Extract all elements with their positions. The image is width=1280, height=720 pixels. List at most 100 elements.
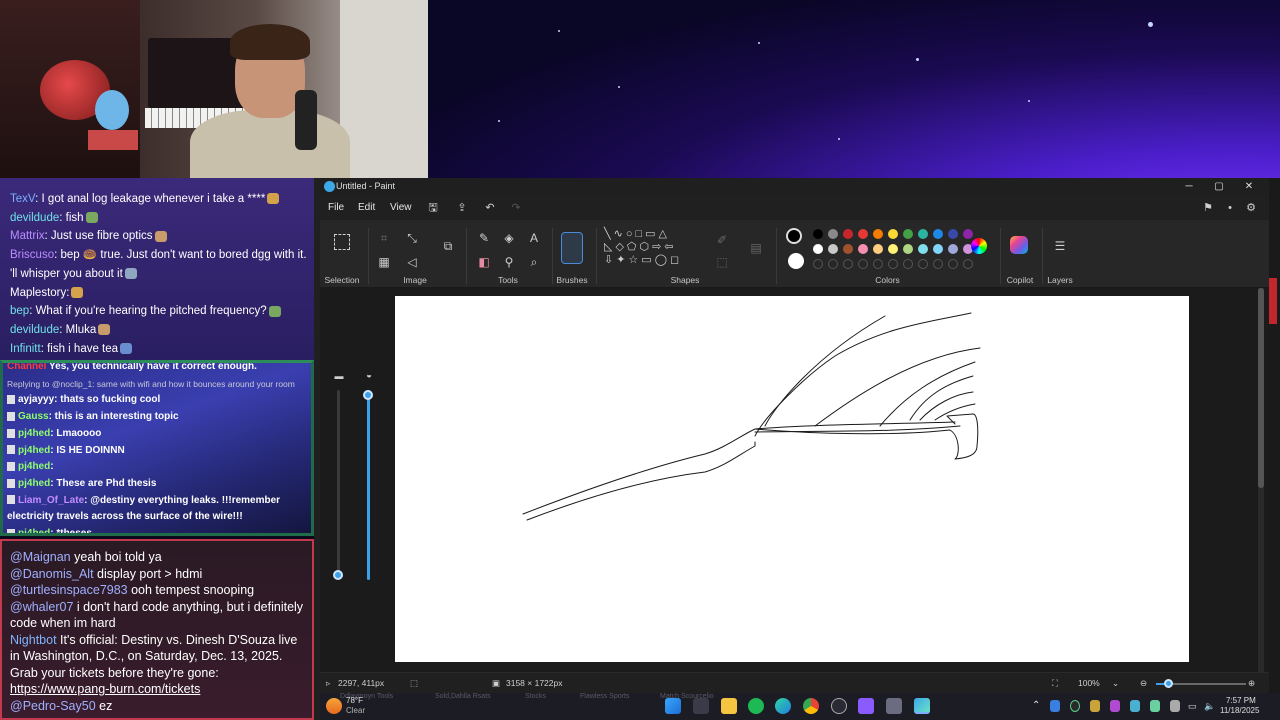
menu-file[interactable]: File <box>328 202 344 213</box>
text-icon[interactable]: A <box>526 230 542 246</box>
chat-username[interactable]: devildude <box>10 324 59 336</box>
custom-color-slot[interactable] <box>873 259 883 269</box>
tray-icon-4[interactable] <box>1110 700 1120 712</box>
resize-icon[interactable]: ⤡ <box>404 230 420 246</box>
chat-username[interactable]: @whaler07 <box>10 600 73 614</box>
save-icon[interactable]: 🖫 <box>426 201 440 215</box>
custom-color-slot[interactable] <box>948 259 958 269</box>
chat-username[interactable]: TexV <box>10 193 35 205</box>
chat-username[interactable]: bep <box>10 305 29 317</box>
share-icon[interactable]: ⇪ <box>455 201 469 215</box>
drawing-canvas[interactable] <box>395 296 1189 662</box>
chat-username[interactable]: Nightbot <box>10 633 57 647</box>
layers-icon[interactable]: ☰ <box>1052 238 1068 254</box>
shapes-gallery[interactable]: ╲∿○□▭△ ◺◇⬠⬡⇨⇦ ⇩✦☆▭◯◻ <box>604 228 704 268</box>
chat-username[interactable]: pj4hed <box>18 478 50 489</box>
redo-icon[interactable]: ↷ <box>509 201 523 215</box>
color-swatch[interactable] <box>948 229 958 239</box>
tray-icon-1[interactable] <box>1050 700 1060 712</box>
color-swatch[interactable] <box>843 244 853 254</box>
image-select-icon[interactable]: ⧉ <box>440 238 456 254</box>
flip-icon[interactable]: ◁ <box>404 254 420 270</box>
color-swatch[interactable] <box>843 229 853 239</box>
copilot-icon[interactable] <box>1010 236 1028 254</box>
chat-username[interactable]: devildude <box>10 212 59 224</box>
chrome-icon[interactable] <box>803 698 819 714</box>
color-swatch[interactable] <box>813 244 823 254</box>
custom-color-slot[interactable] <box>813 259 823 269</box>
menu-view[interactable]: View <box>390 202 412 213</box>
chat-username[interactable]: pj4hed <box>18 428 50 439</box>
zoom-slider-knob[interactable] <box>1164 679 1173 688</box>
color-swatch[interactable] <box>828 229 838 239</box>
outline-icon[interactable]: ✐ <box>714 232 730 248</box>
chat-username[interactable]: @turtlesinspace7983 <box>10 583 128 597</box>
primary-color[interactable] <box>786 228 802 244</box>
chat-username[interactable]: Briscuso <box>10 249 54 261</box>
scrollbar-thumb[interactable] <box>1258 288 1264 488</box>
crop-icon[interactable]: ⌗ <box>376 230 392 246</box>
zoom-out-icon[interactable]: ⊖ <box>1140 678 1147 689</box>
file-explorer-icon[interactable] <box>721 698 737 714</box>
chat-username[interactable]: pj4hed <box>18 461 50 472</box>
chat-username[interactable]: Infinitt <box>10 343 41 355</box>
network-icon[interactable]: ▭ <box>1188 701 1197 712</box>
zoom-level[interactable]: 100% <box>1078 678 1100 688</box>
tray-icon-2[interactable] <box>1070 700 1080 712</box>
color-swatch[interactable] <box>903 229 913 239</box>
custom-color-slot[interactable] <box>828 259 838 269</box>
chat-username[interactable]: ayjayyy <box>18 394 54 405</box>
minimize-button[interactable]: ─ <box>1175 178 1203 196</box>
chat-username[interactable]: Liam_Of_Late <box>18 495 84 506</box>
color-swatch[interactable] <box>813 229 823 239</box>
size-slider-track[interactable] <box>337 390 340 580</box>
clock-time[interactable]: 7:57 PM <box>1226 696 1256 705</box>
tray-icon-5[interactable] <box>1130 700 1140 712</box>
chat-username[interactable]: @Maignan <box>10 550 71 564</box>
color-swatch[interactable] <box>948 244 958 254</box>
tray-icon-6[interactable] <box>1150 700 1160 712</box>
maximize-button[interactable]: ▢ <box>1205 178 1233 196</box>
feedback-icon[interactable]: ⚑ <box>1201 201 1215 215</box>
chat-username[interactable]: Maplestory <box>10 287 66 299</box>
tray-icon-3[interactable] <box>1090 700 1100 712</box>
rotate-icon[interactable]: ▦ <box>376 254 392 270</box>
obs-icon[interactable] <box>831 698 847 714</box>
tray-icon-7[interactable] <box>1170 700 1180 712</box>
opacity-slider-knob[interactable] <box>363 390 373 400</box>
edit-colors-icon[interactable] <box>971 238 987 254</box>
edge-icon[interactable] <box>775 698 791 714</box>
color-swatch[interactable] <box>828 244 838 254</box>
start-icon[interactable] <box>665 698 681 714</box>
tray-overflow-icon[interactable]: ⌃ <box>1032 700 1040 711</box>
color-swatch[interactable] <box>918 244 928 254</box>
custom-color-slot[interactable] <box>888 259 898 269</box>
volume-icon[interactable]: 🔈 <box>1204 701 1215 712</box>
account-icon[interactable]: • <box>1223 201 1237 215</box>
chat-username[interactable]: pj4hed <box>18 528 50 533</box>
settings-taskbar-icon[interactable] <box>886 698 902 714</box>
color-swatch[interactable] <box>903 244 913 254</box>
color-swatch[interactable] <box>933 244 943 254</box>
chat-username[interactable]: Channel <box>7 363 46 372</box>
fill-icon[interactable]: ◈ <box>501 230 517 246</box>
color-swatch[interactable] <box>918 229 928 239</box>
menu-edit[interactable]: Edit <box>358 202 375 213</box>
ticket-link[interactable]: https://www.pang-burn.com/tickets <box>10 682 200 696</box>
color-swatch[interactable] <box>873 229 883 239</box>
color-swatch[interactable] <box>888 229 898 239</box>
close-button[interactable]: ✕ <box>1235 178 1263 196</box>
chat-username[interactable]: @Pedro-Say50 <box>10 699 96 713</box>
custom-color-slot[interactable] <box>933 259 943 269</box>
color-swatch[interactable] <box>888 244 898 254</box>
custom-color-slot[interactable] <box>858 259 868 269</box>
chat-username[interactable]: Mattrix <box>10 230 45 242</box>
selection-icon[interactable] <box>334 234 350 250</box>
weather-icon[interactable] <box>326 698 342 714</box>
color-swatch[interactable] <box>963 229 973 239</box>
eraser-icon[interactable]: ◧ <box>476 254 492 270</box>
color-swatch[interactable] <box>933 229 943 239</box>
color-swatch[interactable] <box>858 244 868 254</box>
fill-shape-icon[interactable]: ⬚ <box>714 254 730 270</box>
spotify-icon[interactable] <box>748 698 764 714</box>
